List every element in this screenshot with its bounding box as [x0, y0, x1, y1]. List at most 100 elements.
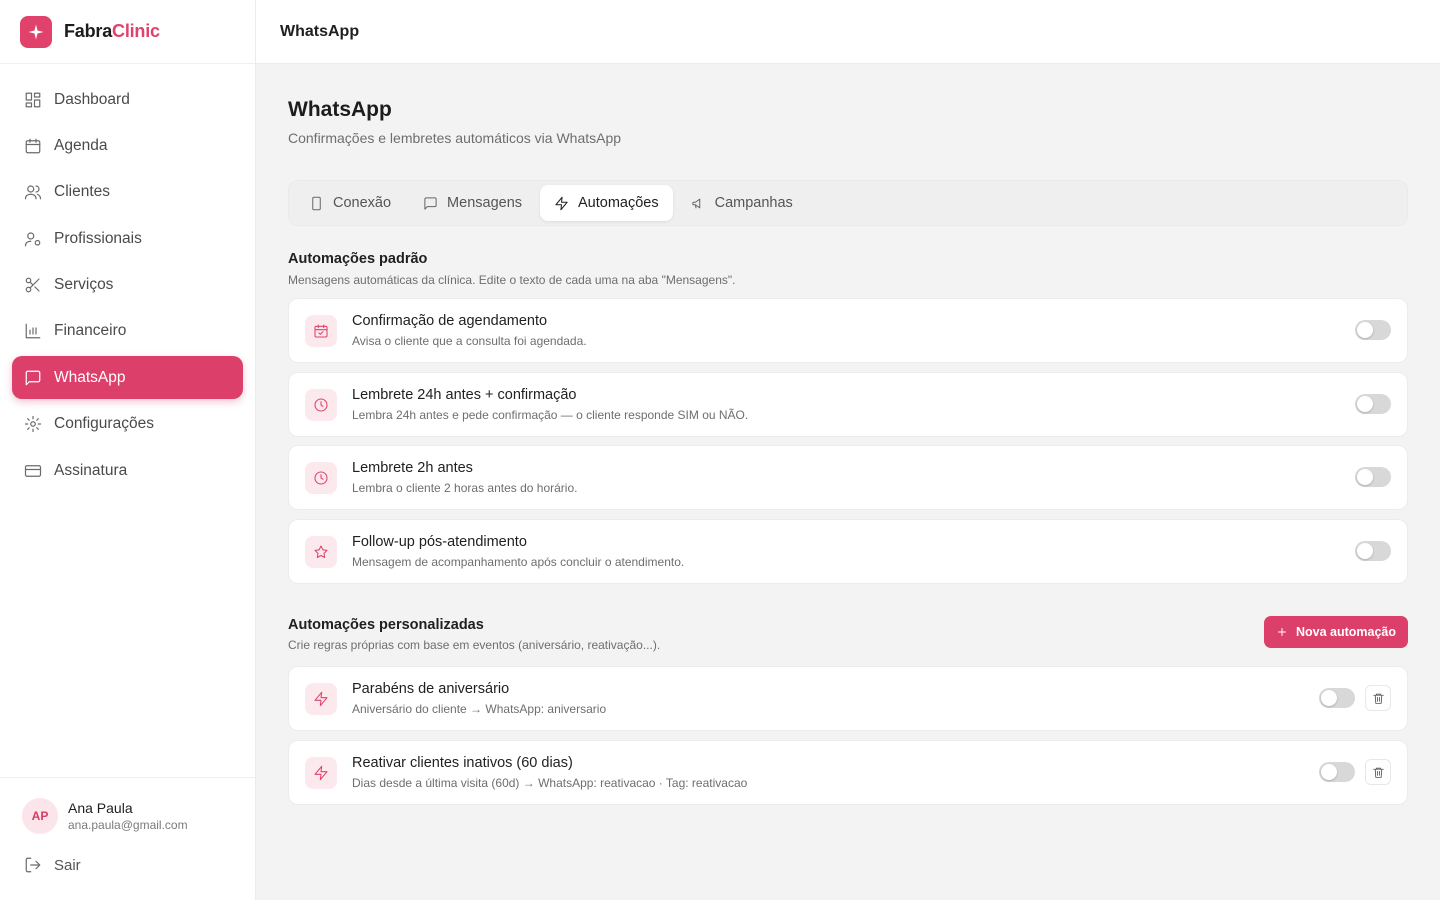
sidebar-item-label: Serviços — [54, 276, 114, 294]
sidebar-item-label: Clientes — [54, 183, 110, 201]
sidebar-item-financeiro[interactable]: Financeiro — [12, 310, 243, 353]
automation-title: Parabéns de aniversário — [352, 681, 510, 697]
custom-section-title: Automações personalizadas — [288, 617, 484, 633]
default-section-description: Mensagens automáticas da clínica. Edite … — [288, 273, 736, 287]
calendar-icon — [25, 138, 41, 154]
user-settings-icon — [24, 232, 41, 247]
tab-automacoes[interactable]: Automações — [540, 185, 673, 221]
automation-description: Aniversário do cliente → WhatsApp: anive… — [352, 702, 607, 716]
automation-card: Confirmação de agendamento Avisa o clien… — [288, 298, 1408, 363]
sidebar-item-whatsapp[interactable]: WhatsApp — [12, 356, 243, 400]
custom-automation-card: Reativar clientes inativos (60 dias) Dia… — [288, 740, 1408, 805]
bolt-icon — [305, 757, 337, 789]
page-title: WhatsApp — [288, 98, 392, 121]
automation-card: Lembrete 2h antes Lembra o cliente 2 hor… — [288, 445, 1408, 510]
trash-icon — [1372, 693, 1384, 704]
brand-name: FabraClinic — [64, 21, 160, 42]
clock-icon — [305, 389, 337, 421]
automation-description: Mensagem de acompanhamento após concluir… — [352, 555, 685, 569]
automation-toggle[interactable] — [1355, 394, 1391, 414]
phone-icon — [312, 196, 321, 210]
bolt-icon — [555, 196, 568, 210]
dashboard-icon — [25, 92, 41, 107]
sidebar-item-agenda[interactable]: Agenda — [12, 124, 243, 167]
page-subtitle: Confirmações e lembretes automáticos via… — [288, 130, 622, 146]
brand-logo-icon — [20, 15, 52, 48]
new-automation-button[interactable]: Nova automação — [1263, 616, 1408, 648]
automation-title: Follow-up pós-atendimento — [352, 534, 527, 550]
calendar-check-icon — [305, 315, 337, 347]
megaphone-icon — [692, 198, 700, 208]
sidebar-item-label: WhatsApp — [54, 368, 126, 386]
automation-title: Reativar clientes inativos (60 dias) — [352, 755, 573, 771]
automation-card: Lembrete 24h antes + confirmação Lembra … — [288, 372, 1408, 437]
credit-card-icon — [24, 464, 42, 477]
tab-label: Mensagens — [447, 195, 523, 211]
automation-description: Lembra o cliente 2 horas antes do horári… — [352, 481, 578, 495]
sidebar-item-assinatura[interactable]: Assinatura — [12, 449, 243, 492]
sidebar-item-profissionais[interactable]: Profissionais — [12, 217, 243, 260]
logout-button[interactable]: Sair — [24, 856, 81, 874]
default-section-title: Automações padrão — [288, 251, 428, 267]
tab-label: Conexão — [333, 195, 392, 211]
user-area: AP Ana Paula ana.paula@gmail.com Sair — [0, 777, 255, 900]
delete-button[interactable] — [1365, 759, 1391, 785]
automation-toggle[interactable] — [1355, 320, 1391, 340]
automation-description: Avisa o cliente que a consulta foi agend… — [352, 334, 587, 348]
brand-name-part1: Fabra — [64, 21, 113, 41]
custom-section-description: Crie regras próprias com base em eventos… — [288, 638, 661, 652]
sidebar-item-label: Assinatura — [54, 461, 128, 479]
clock-icon — [305, 462, 337, 494]
chat-icon — [25, 370, 41, 386]
automation-toggle[interactable] — [1355, 541, 1391, 561]
sidebar-item-label: Configurações — [54, 415, 154, 433]
automation-card: Follow-up pós-atendimento Mensagem de ac… — [288, 519, 1408, 584]
sidebar-item-label: Financeiro — [54, 322, 127, 340]
bolt-icon — [305, 683, 337, 715]
automation-title: Confirmação de agendamento — [352, 313, 548, 329]
user-profile[interactable]: AP Ana Paula ana.paula@gmail.com — [22, 798, 188, 834]
custom-automation-card: Parabéns de aniversário Aniversário do c… — [288, 666, 1408, 731]
automation-toggle[interactable] — [1319, 762, 1355, 782]
logout-icon — [25, 857, 41, 873]
automation-title: Lembrete 2h antes — [352, 460, 473, 476]
user-name: Ana Paula — [68, 800, 133, 816]
users-icon — [24, 185, 42, 200]
sidebar-item-configuracoes[interactable]: Configurações — [12, 403, 243, 446]
automation-description: Lembra 24h antes e pede confirmação — o … — [352, 408, 749, 422]
user-email: ana.paula@gmail.com — [68, 818, 188, 832]
tab-campanhas[interactable]: Campanhas — [677, 185, 807, 221]
bar-chart-icon — [25, 324, 41, 339]
sidebar-item-label: Dashboard — [54, 90, 130, 108]
sidebar-item-label: Agenda — [54, 136, 108, 154]
sidebar-item-label: Profissionais — [54, 229, 142, 247]
avatar: AP — [22, 798, 58, 834]
user-info: Ana Paula ana.paula@gmail.com — [68, 800, 188, 832]
automation-toggle[interactable] — [1355, 467, 1391, 487]
chat-icon — [424, 196, 437, 210]
sidebar: FabraClinic Dashboard Agenda Clientes Pr… — [0, 0, 256, 900]
trash-icon — [1372, 767, 1384, 778]
sidebar-item-clientes[interactable]: Clientes — [12, 171, 243, 214]
plus-icon — [1277, 628, 1286, 636]
sidebar-item-servicos[interactable]: Serviços — [12, 264, 243, 307]
tab-conexao[interactable]: Conexão — [295, 185, 405, 221]
tab-label: Automações — [578, 195, 659, 211]
header: WhatsApp — [256, 0, 1440, 64]
automation-title: Lembrete 24h antes + confirmação — [352, 387, 577, 403]
star-icon — [305, 536, 337, 568]
automation-toggle[interactable] — [1319, 688, 1355, 708]
delete-button[interactable] — [1365, 685, 1391, 711]
brand[interactable]: FabraClinic — [0, 0, 255, 64]
sidebar-item-dashboard[interactable]: Dashboard — [12, 78, 243, 121]
tabs: Conexão Mensagens Automações Campanhas — [288, 180, 1408, 226]
automation-description: Dias desde a última visita (60d) → Whats… — [352, 776, 748, 790]
tab-mensagens[interactable]: Mensagens — [409, 185, 536, 221]
sidebar-nav: Dashboard Agenda Clientes Profissionais … — [12, 78, 243, 496]
logout-label: Sair — [54, 856, 81, 874]
brand-name-part2: Clinic — [112, 21, 160, 41]
scissors-icon — [25, 277, 40, 293]
header-title: WhatsApp — [280, 22, 360, 40]
tab-label: Campanhas — [714, 195, 793, 211]
new-automation-label: Nova automação — [1295, 625, 1396, 639]
